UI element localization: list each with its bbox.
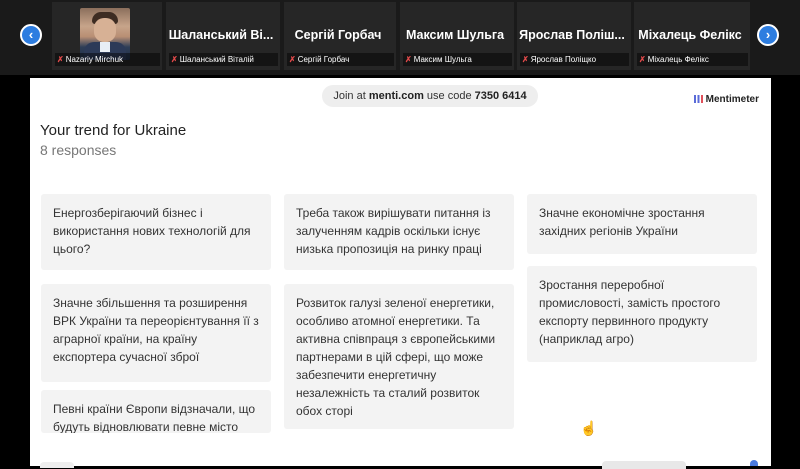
participant-name: Сергій Горбач: [297, 55, 350, 64]
response-card: Розвиток галузі зеленої енергетики, особ…: [284, 284, 514, 429]
participant-tile[interactable]: ✗ Nazariy Mirchuk: [52, 2, 162, 70]
participant-name: Шаланський Віталій: [179, 55, 254, 64]
participant-tile[interactable]: Максим Шульга ✗ Максим Шульга: [400, 2, 514, 70]
chevron-right-icon[interactable]: ›: [757, 24, 779, 46]
response-count: 8 responses: [40, 142, 117, 158]
page-title: Your trend for Ukraine: [40, 122, 187, 139]
participant-title: Ярослав Поліш...: [519, 28, 625, 42]
slide-control[interactable]: [750, 460, 758, 466]
mic-off-icon: ✗: [405, 55, 412, 64]
participant-tile[interactable]: Сергій Горбач ✗ Сергій Горбач: [284, 2, 396, 70]
participant-name-bar: ✗ Ярослав Поліщко: [520, 53, 629, 66]
slide-control[interactable]: [602, 461, 686, 469]
participant-title: Шаланський Ві...: [168, 28, 274, 42]
mic-off-icon: ✗: [522, 55, 529, 64]
participant-name-bar: ✗ Шаланський Віталій: [169, 53, 278, 66]
brand-label: Mentimeter: [705, 94, 759, 105]
mic-off-icon: ✗: [171, 55, 178, 64]
response-card: Зростання переробної промисловості, замі…: [527, 266, 757, 362]
participant-strip: ‹ ✗ Nazariy Mirchuk Шаланський Ві... ✗ Шал…: [0, 0, 800, 75]
participant-tile[interactable]: Шаланський Ві... ✗ Шаланський Віталій: [166, 2, 280, 70]
mic-off-icon: ✗: [57, 55, 64, 64]
participant-name-bar: ✗ Сергій Горбач: [287, 53, 394, 66]
participant-name: Ярослав Поліщко: [530, 55, 597, 64]
hand-cursor-icon: ☝: [580, 420, 598, 436]
participant-name: Nazariy Mirchuk: [65, 55, 124, 64]
mentimeter-logo: Mentimeter: [693, 94, 759, 105]
participant-tile[interactable]: Ярослав Поліш... ✗ Ярослав Поліщко: [517, 2, 631, 70]
participant-name: Максим Шульга: [413, 55, 472, 64]
chevron-left-icon[interactable]: ‹: [20, 24, 42, 46]
participant-name: Міхалець Фелікс: [647, 55, 709, 64]
response-card: Значне збільшення та розширення ВРК Укра…: [41, 284, 271, 382]
join-banner: Join at menti.com use code 7350 6414: [322, 85, 538, 107]
participant-name-bar: ✗ Міхалець Фелікс: [637, 53, 748, 66]
slide-control[interactable]: [40, 462, 74, 468]
mic-off-icon: ✗: [639, 55, 646, 64]
join-prefix: Join at: [333, 90, 366, 102]
response-card: Певні країни Європи відзначали, що будут…: [41, 390, 271, 433]
join-code: 7350 6414: [474, 90, 527, 102]
participant-tile[interactable]: Міхалець Фелікс ✗ Міхалець Фелікс: [634, 2, 750, 70]
presentation-slide: Join at menti.com use code 7350 6414 Men…: [30, 78, 771, 466]
join-site: menti.com: [368, 90, 424, 102]
participant-title: Міхалець Фелікс: [638, 28, 742, 42]
mic-off-icon: ✗: [289, 55, 296, 64]
participant-title: Сергій Горбач: [294, 28, 382, 42]
join-mid: use code: [426, 90, 472, 102]
response-card: Значне економічне зростання західних рег…: [527, 194, 757, 254]
participant-title: Максим Шульга: [405, 28, 505, 42]
participant-name-bar: ✗ Nazariy Mirchuk: [55, 53, 160, 66]
bar-chart-icon: [693, 95, 703, 104]
participant-name-bar: ✗ Максим Шульга: [403, 53, 512, 66]
response-card: Треба також вирішувати питання із залуче…: [284, 194, 514, 270]
response-card: Енергозберігаючий бізнес і використання …: [41, 194, 271, 270]
